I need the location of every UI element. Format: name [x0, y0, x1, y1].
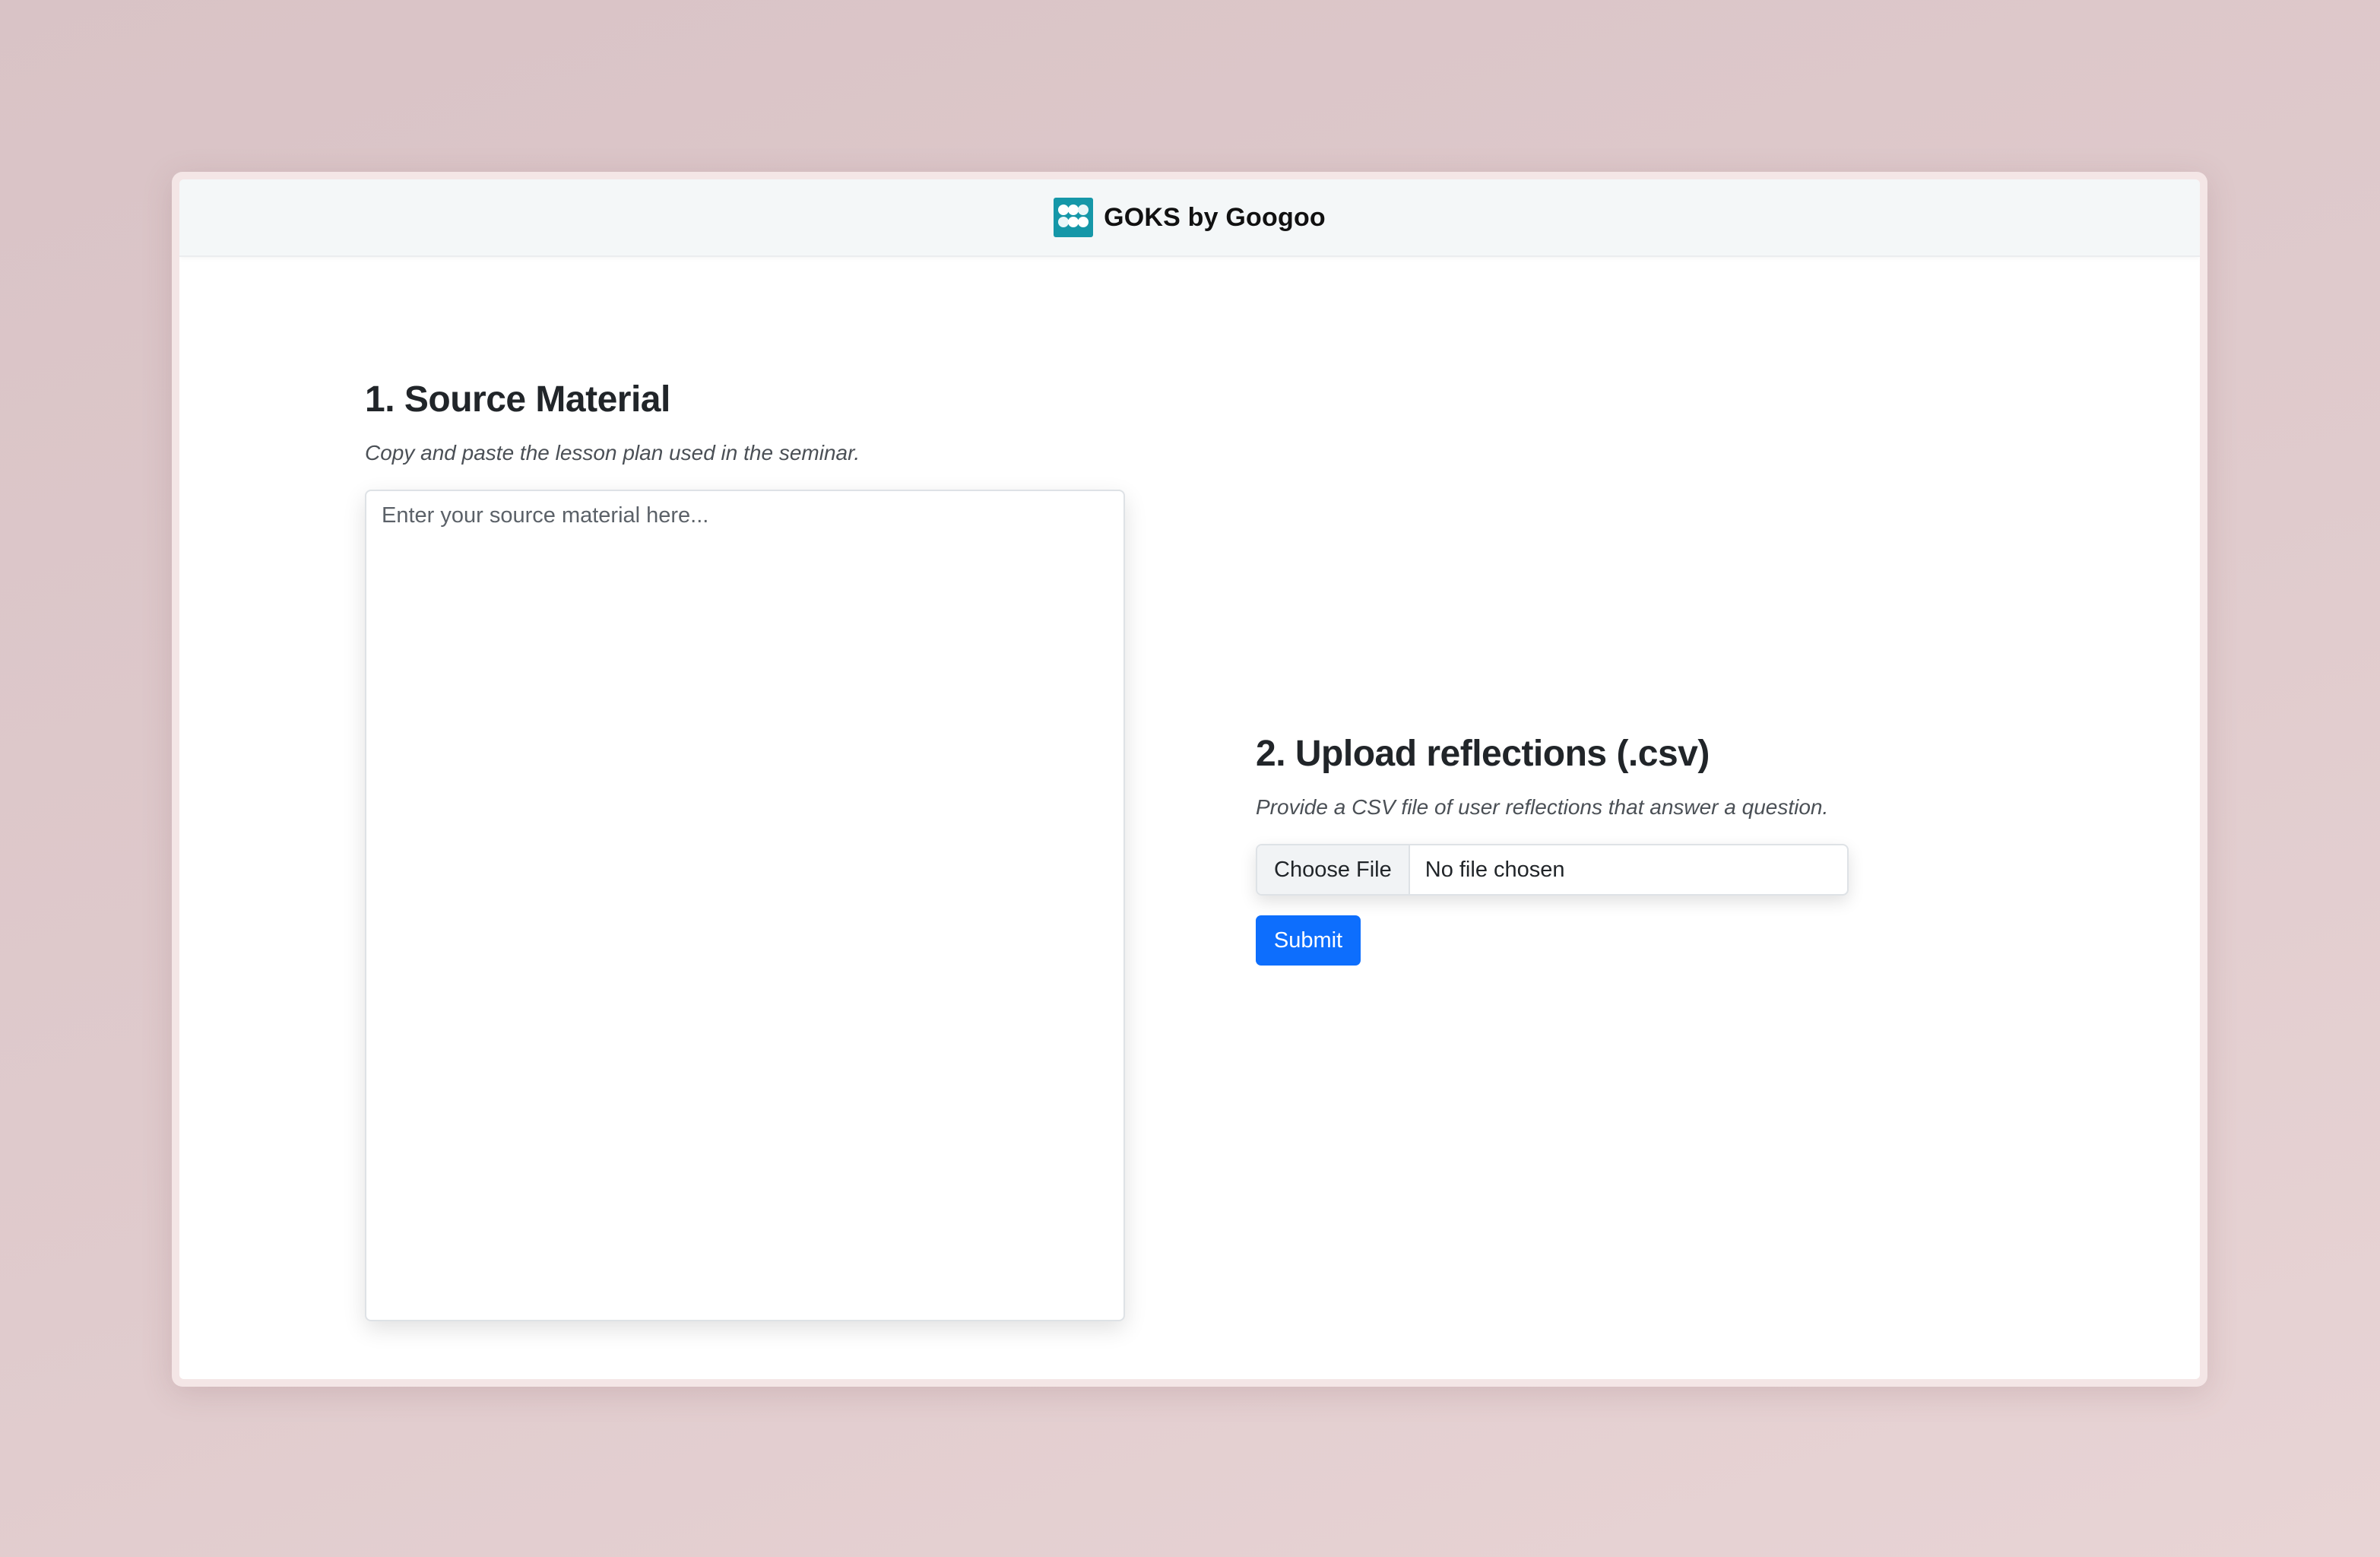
brand-name[interactable]: GOKS by Googoo: [1104, 203, 1326, 233]
browser-window: GOKS by Googoo 1. Source Material Copy a…: [172, 172, 2207, 1387]
file-status-text: No file chosen: [1425, 857, 1565, 882]
source-material-title: 1. Source Material: [365, 379, 670, 420]
upload-reflections-description: Provide a CSV file of user reflections t…: [1256, 795, 1829, 819]
csv-file-input[interactable]: Choose File No file chosen: [1256, 844, 1849, 896]
source-material-description: Copy and paste the lesson plan used in t…: [365, 441, 860, 465]
upload-reflections-title: 2. Upload reflections (.csv): [1256, 734, 1710, 774]
source-material-textarea[interactable]: [365, 490, 1125, 1321]
submit-button[interactable]: Submit: [1256, 915, 1361, 966]
navbar: GOKS by Googoo: [179, 179, 2200, 257]
goks-logo-icon[interactable]: [1054, 198, 1094, 237]
choose-file-button[interactable]: Choose File: [1257, 845, 1410, 894]
app-page: GOKS by Googoo 1. Source Material Copy a…: [179, 179, 2200, 1379]
